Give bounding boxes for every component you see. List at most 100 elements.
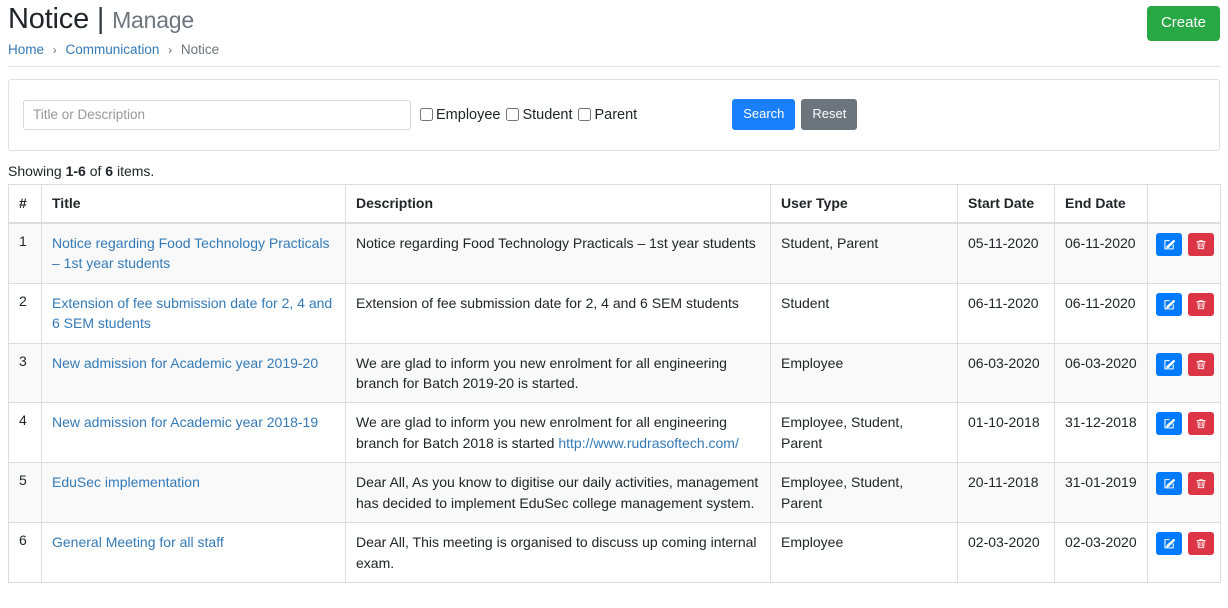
cell-actions: [1147, 522, 1221, 584]
cell-description: Dear All, As you know to digitise our da…: [345, 462, 771, 524]
description-text: Dear All, This meeting is organised to d…: [356, 534, 757, 571]
checkbox-employee-label[interactable]: Employee: [436, 107, 500, 123]
column-header-description: Description: [345, 183, 771, 224]
trash-icon: [1195, 417, 1207, 430]
breadcrumb-item-communication[interactable]: Communication: [66, 42, 160, 57]
checkbox-student[interactable]: [506, 108, 520, 122]
cell-end-date: 06-11-2020: [1054, 222, 1148, 284]
cell-title: EduSec implementation: [41, 462, 346, 524]
cell-user-type: Student: [770, 282, 958, 344]
checkbox-student-label[interactable]: Student: [522, 107, 572, 123]
checkbox-parent-label[interactable]: Parent: [594, 107, 637, 123]
cell-index: 2: [8, 282, 42, 344]
results-summary: Showing 1-6 of 6 items.: [8, 163, 1220, 179]
checkbox-employee[interactable]: [420, 108, 433, 122]
cell-user-type: Employee, Student, Parent: [770, 462, 958, 524]
delete-button[interactable]: [1188, 292, 1214, 316]
create-button[interactable]: Create: [1146, 6, 1220, 42]
search-filter-panel: Employee Student Parent Search Reset: [8, 78, 1220, 151]
notice-title-link[interactable]: Extension of fee submission date for 2, …: [52, 295, 332, 331]
cell-end-date: 06-11-2020: [1054, 282, 1148, 344]
description-text: Notice regarding Food Technology Practic…: [356, 234, 756, 251]
table-row: 1 Notice regarding Food Technology Practi…: [8, 222, 1221, 284]
row-action-buttons: [1156, 472, 1214, 496]
notice-title-link[interactable]: New admission for Academic year 2019-20: [52, 355, 318, 371]
column-header-actions: [1147, 183, 1221, 224]
cell-end-date: 06-03-2020: [1054, 342, 1148, 404]
checkbox-parent-wrap[interactable]: Parent: [578, 107, 637, 123]
page-header: Notice | Manage Create Home › Communicat…: [8, 0, 1220, 67]
cell-start-date: 20-11-2018: [957, 462, 1055, 524]
edit-button[interactable]: [1156, 472, 1182, 496]
cell-index: 3: [8, 342, 42, 404]
cell-description: Dear All, This meeting is organised to d…: [345, 522, 771, 584]
cell-actions: [1147, 402, 1221, 464]
column-header-title: Title: [41, 183, 346, 224]
delete-button[interactable]: [1188, 232, 1214, 256]
summary-suffix: items.: [113, 162, 155, 179]
delete-button[interactable]: [1188, 472, 1214, 496]
edit-pencil-square-icon: [1163, 238, 1176, 251]
cell-end-date: 02-03-2020: [1054, 522, 1148, 584]
cell-actions: [1147, 222, 1221, 284]
breadcrumb-item-notice: Notice: [180, 41, 220, 57]
edit-button[interactable]: [1156, 292, 1182, 316]
notice-title-link[interactable]: General Meeting for all staff: [52, 534, 224, 550]
description-url-link[interactable]: http://www.rudrasoftech.com/: [558, 435, 739, 451]
table-header: # Title Description User Type Start Date…: [8, 183, 1221, 224]
page-title-separator: |: [96, 3, 105, 35]
edit-pencil-square-icon: [1163, 358, 1176, 371]
delete-button[interactable]: [1188, 352, 1214, 376]
cell-user-type: Student, Parent: [770, 222, 958, 284]
cell-title: New admission for Academic year 2019-20: [41, 342, 346, 404]
page-title-subtitle: Manage: [112, 7, 194, 33]
cell-index: 5: [8, 462, 42, 524]
column-header-start-date: Start Date: [957, 183, 1055, 224]
cell-description: Notice regarding Food Technology Practic…: [345, 222, 771, 284]
description-text: Dear All, As you know to digitise our da…: [356, 474, 759, 511]
delete-button[interactable]: [1188, 412, 1214, 436]
cell-start-date: 06-03-2020: [957, 342, 1055, 404]
cell-index: 6: [8, 522, 42, 584]
notice-title-link[interactable]: New admission for Academic year 2018-19: [52, 414, 318, 430]
table-row: 2 Extension of fee submission date for 2,…: [8, 282, 1221, 344]
page-title: Notice | Manage: [8, 2, 1220, 37]
header-divider: [8, 65, 1220, 67]
edit-pencil-square-icon: [1163, 477, 1176, 490]
reset-button[interactable]: Reset: [801, 99, 858, 131]
summary-prefix: Showing: [8, 162, 66, 179]
search-input[interactable]: [23, 99, 411, 130]
notice-title-link[interactable]: Notice regarding Food Technology Practic…: [52, 235, 330, 271]
notice-manage-page: Notice | Manage Create Home › Communicat…: [0, 0, 1228, 584]
description-text: Extension of fee submission date for 2, …: [356, 294, 739, 311]
row-action-buttons: [1156, 412, 1214, 436]
trash-icon: [1195, 537, 1207, 550]
cell-title: Notice regarding Food Technology Practic…: [41, 222, 346, 284]
column-header-end-date: End Date: [1054, 183, 1148, 224]
table-row: 4 New admission for Academic year 2018-19…: [8, 402, 1221, 464]
search-button[interactable]: Search: [732, 99, 796, 131]
row-action-buttons: [1156, 532, 1214, 556]
cell-user-type: Employee, Student, Parent: [770, 402, 958, 464]
notice-title-link[interactable]: EduSec implementation: [52, 474, 200, 490]
checkbox-student-wrap[interactable]: Student: [506, 107, 572, 123]
cell-end-date: 31-12-2018: [1054, 402, 1148, 464]
edit-button[interactable]: [1156, 352, 1182, 376]
table-body: 1 Notice regarding Food Technology Practi…: [8, 222, 1221, 584]
summary-middle: of: [85, 162, 106, 179]
trash-icon: [1195, 477, 1207, 490]
edit-button[interactable]: [1156, 232, 1182, 256]
cell-start-date: 01-10-2018: [957, 402, 1055, 464]
cell-index: 1: [8, 222, 42, 284]
breadcrumb-item-home[interactable]: Home: [8, 42, 44, 57]
checkbox-parent[interactable]: [578, 108, 592, 122]
row-action-buttons: [1156, 292, 1214, 316]
cell-user-type: Employee: [770, 342, 958, 404]
delete-button[interactable]: [1188, 532, 1214, 556]
edit-button[interactable]: [1156, 412, 1182, 436]
cell-actions: [1147, 342, 1221, 404]
checkbox-employee-wrap[interactable]: Employee: [420, 107, 500, 123]
summary-total: 6: [105, 162, 114, 179]
trash-icon: [1195, 238, 1207, 251]
edit-button[interactable]: [1156, 532, 1182, 556]
